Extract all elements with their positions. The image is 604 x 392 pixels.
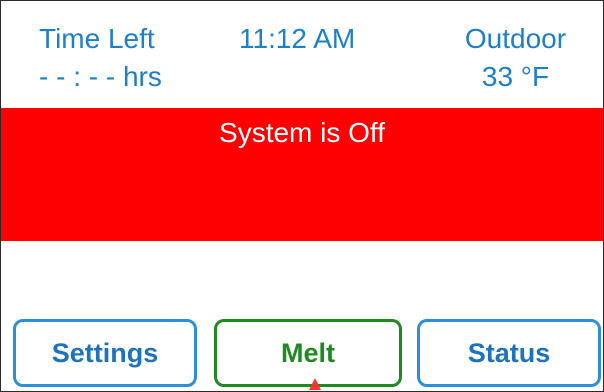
status-header: Time Left - - : - - hrs 11:12 AM Outdoor… [1,1,603,108]
outdoor-label: Outdoor [464,23,567,54]
system-status-banner: System is Off [1,108,603,241]
time-left-label: Time Left [39,23,155,54]
melt-button[interactable]: Melt [214,319,402,387]
outdoor-temperature-panel: Outdoor 33 °F [453,23,578,93]
outdoor-temperature-value: 33 °F [481,61,550,92]
status-button[interactable]: Status [417,319,601,387]
current-time: 11:12 AM [239,23,356,54]
time-left-value: - - : - - hrs [39,61,162,92]
up-triangle-pointer-icon [309,378,321,390]
clock-panel: 11:12 AM [239,23,389,55]
time-left-panel: Time Left - - : - - hrs [39,23,209,93]
thermostat-screen: Time Left - - : - - hrs 11:12 AM Outdoor… [0,0,604,392]
system-status-message: System is Off [219,117,385,148]
settings-button[interactable]: Settings [13,319,197,387]
